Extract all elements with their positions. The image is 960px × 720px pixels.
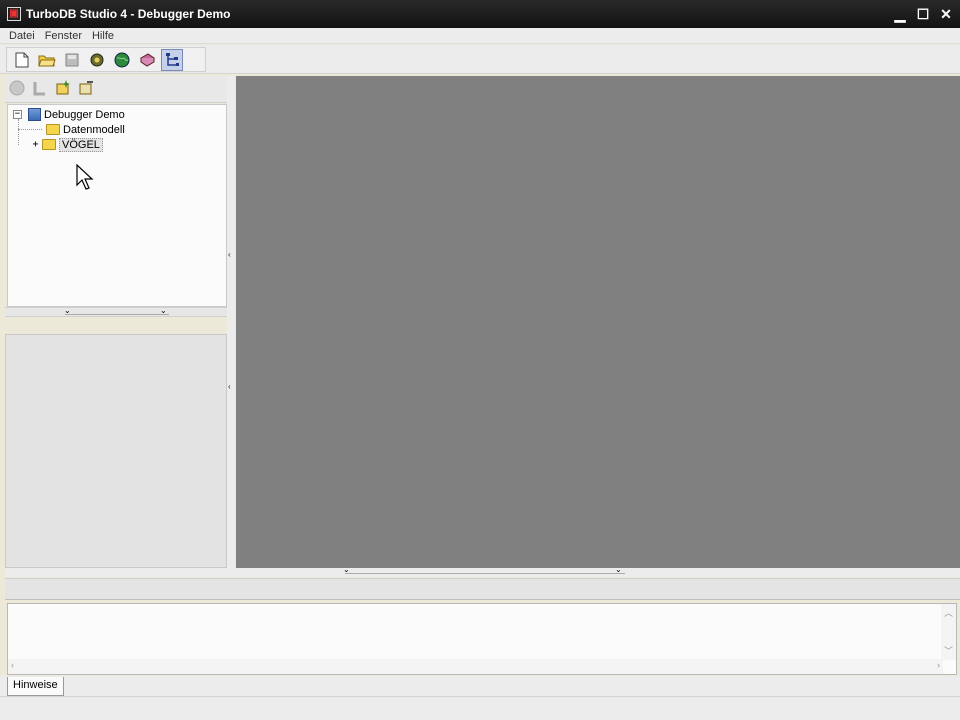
remove-item-icon [79, 80, 93, 94]
debug-button[interactable] [31, 79, 49, 100]
scroll-up-icon[interactable]: ︿ [944, 606, 953, 619]
tree-node-voegel[interactable]: + VÖGEL [32, 137, 103, 152]
project-tree: − Debugger Demo Datenmodell + VÖGEL [7, 104, 227, 307]
title-bar: ▣ TurboDB Studio 4 - Debugger Demo ▁ ☐ ✕ [0, 0, 960, 28]
output-panel-header [5, 578, 960, 600]
save-disk-icon [65, 53, 79, 66]
splitter-grip [65, 309, 169, 315]
chevron-down-icon: ⌄ [615, 565, 622, 574]
window-title: TurboDB Studio 4 - Debugger Demo [26, 7, 231, 21]
toolbar-group [6, 47, 206, 72]
save-button[interactable] [61, 49, 83, 71]
book-icon [140, 52, 155, 67]
tree-line [18, 129, 42, 130]
window-controls: ▁ ☐ ✕ [890, 4, 956, 24]
delete-item-button[interactable] [77, 79, 95, 100]
folder-icon [42, 139, 56, 150]
open-folder-icon [38, 55, 56, 66]
main-toolbar [0, 45, 960, 74]
chevron-left-icon: ‹ [228, 382, 231, 391]
collapse-toggle[interactable]: − [13, 110, 22, 119]
maximize-button[interactable]: ☐ [913, 4, 933, 24]
tree-node-datenmodell[interactable]: Datenmodell [43, 122, 125, 137]
gear-tool-icon [90, 53, 104, 66]
expand-toggle[interactable]: + [32, 140, 39, 150]
status-bar [0, 696, 960, 720]
minimize-button[interactable]: ▁ [890, 4, 910, 24]
close-button[interactable]: ✕ [936, 4, 956, 24]
web-button[interactable] [111, 49, 133, 71]
tools-button[interactable] [86, 49, 108, 71]
new-document-button[interactable] [11, 49, 33, 71]
vertical-scrollbar[interactable]: ︿ ﹀ [941, 604, 956, 660]
tree-node-label: Datenmodell [63, 123, 125, 136]
tree-view-button[interactable] [161, 48, 183, 71]
tree-structure-icon [166, 52, 179, 66]
horizontal-scrollbar[interactable]: ‹ › [8, 659, 943, 674]
chevron-down-icon: ⌄ [343, 565, 350, 574]
database-icon [28, 108, 41, 121]
new-document-icon [15, 52, 29, 67]
open-button[interactable] [36, 49, 58, 71]
tree-toolbar [5, 76, 227, 103]
globe-icon [114, 52, 130, 67]
app-icon[interactable]: ▣ [7, 7, 21, 21]
output-tabs: Hinweise [0, 676, 960, 696]
tree-node-label: Debugger Demo [44, 108, 125, 121]
output-panel[interactable]: ︿ ﹀ ‹ › [7, 603, 957, 675]
scroll-down-icon[interactable]: ﹀ [944, 644, 953, 657]
scroll-left-icon[interactable]: ‹ [11, 660, 14, 670]
disabled-debug-icon [33, 81, 45, 95]
tree-line [18, 119, 19, 145]
left-panel-splitter[interactable]: ⌄ ⌄ [5, 306, 227, 317]
scroll-right-icon[interactable]: › [937, 660, 940, 670]
menu-datei[interactable]: Datei [4, 30, 40, 42]
new-item-button[interactable] [54, 79, 72, 100]
mdi-workspace[interactable] [236, 76, 960, 568]
folder-icon [46, 124, 60, 135]
help-book-button[interactable] [136, 49, 158, 71]
chevron-down-icon: ⌄ [64, 306, 71, 315]
tree-node-label: VÖGEL [59, 137, 103, 152]
mouse-cursor-icon [76, 164, 94, 190]
run-button[interactable] [8, 79, 26, 100]
splitter-grip [345, 568, 625, 574]
chevron-down-icon: ⌄ [160, 306, 167, 315]
vertical-splitter[interactable]: ‹ ‹ [227, 76, 235, 568]
properties-pane [5, 334, 227, 568]
menu-bar: Datei Fenster Hilfe [0, 28, 960, 44]
menu-hilfe[interactable]: Hilfe [87, 30, 119, 42]
tree-node-root[interactable]: − Debugger Demo [13, 107, 125, 122]
disabled-run-icon [9, 80, 25, 95]
new-folder-item-icon [56, 79, 70, 94]
chevron-left-icon: ‹ [228, 250, 231, 259]
bottom-splitter[interactable]: ⌄ ⌄ [5, 565, 960, 577]
menu-fenster[interactable]: Fenster [40, 30, 87, 42]
tab-hinweise[interactable]: Hinweise [7, 677, 64, 696]
